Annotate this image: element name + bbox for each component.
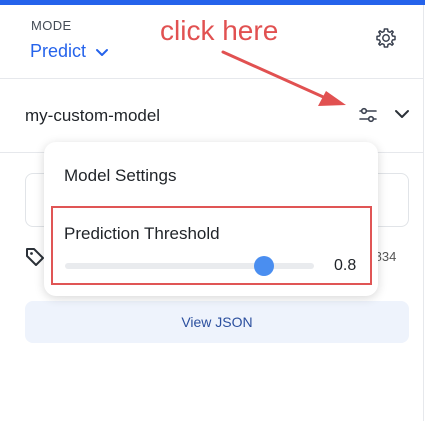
slider-thumb[interactable] xyxy=(254,256,275,276)
top-accent-bar xyxy=(0,0,425,5)
model-name: my-custom-model xyxy=(25,106,161,125)
threshold-value: 0.8 xyxy=(334,257,357,274)
mode-label: MODE xyxy=(31,18,72,33)
threshold-label: Prediction Threshold xyxy=(64,224,220,243)
tag-icon xyxy=(26,248,44,266)
sliders-icon[interactable] xyxy=(356,103,380,127)
annotation-text: click here xyxy=(160,15,279,46)
chevron-down-icon[interactable] xyxy=(391,103,413,125)
view-json-button[interactable]: View JSON xyxy=(25,301,409,343)
divider xyxy=(0,78,424,79)
model-settings-popover: Model Settings Prediction Threshold 0.8 xyxy=(44,142,378,296)
threshold-slider[interactable] xyxy=(65,256,314,276)
gear-icon[interactable] xyxy=(374,26,398,50)
chevron-down-icon xyxy=(96,48,109,56)
slider-track xyxy=(65,263,314,269)
popover-title: Model Settings xyxy=(64,166,177,185)
panel-border xyxy=(423,5,424,421)
highlight-box xyxy=(51,206,372,285)
mode-dropdown[interactable]: Predict xyxy=(30,41,110,62)
mode-value: Predict xyxy=(30,41,87,61)
